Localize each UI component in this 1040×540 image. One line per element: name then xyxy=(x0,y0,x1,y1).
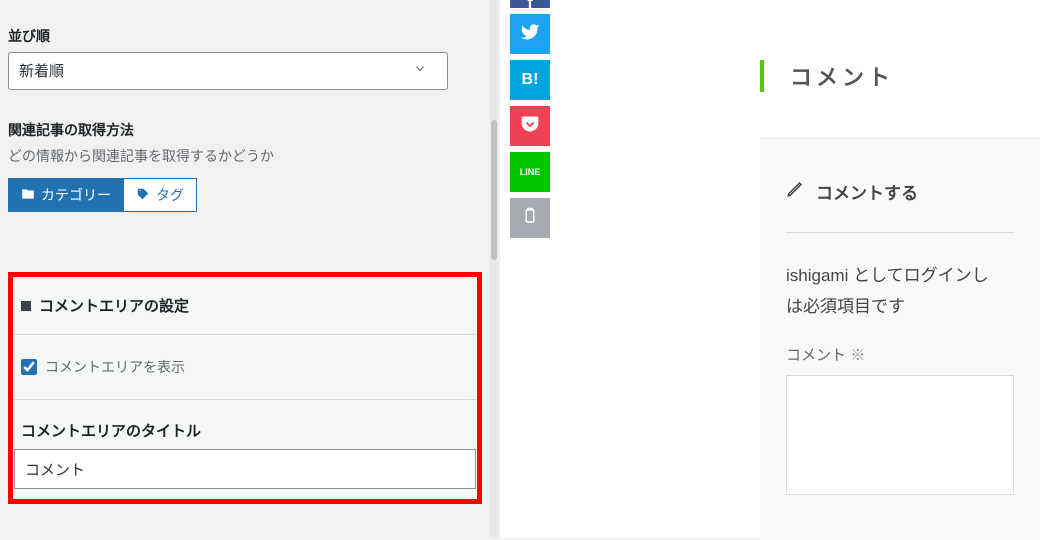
panel-scrollbar[interactable] xyxy=(490,0,498,538)
comment-area-title-label: コメントエリアのタイトル xyxy=(13,400,477,449)
facebook-icon: f xyxy=(527,0,532,8)
pencil-icon xyxy=(786,180,804,203)
comment-field-label: コメント ※ xyxy=(786,344,1014,365)
twitter-share-button[interactable] xyxy=(510,14,550,54)
sort-order-select[interactable]: 新着順 xyxy=(8,52,448,90)
hatena-share-button[interactable]: B! xyxy=(510,60,550,100)
required-mark: ※ xyxy=(850,347,865,364)
show-comment-area-checkbox[interactable] xyxy=(21,359,37,375)
comment-textarea[interactable] xyxy=(786,375,1014,495)
preview-content: コメント コメントする ishigami としてログインし は必須項目です コメ… xyxy=(760,60,1040,540)
comment-area-title-input[interactable] xyxy=(14,449,476,489)
tag-icon xyxy=(136,187,150,204)
facebook-share-button[interactable]: f xyxy=(510,0,550,8)
tag-toggle-button[interactable]: タグ xyxy=(123,178,197,212)
copy-share-button[interactable] xyxy=(510,198,550,238)
comment-area-settings-highlight: コメントエリアの設定 コメントエリアを表示 コメントエリアのタイトル xyxy=(8,272,482,504)
category-toggle-label: カテゴリー xyxy=(41,185,111,205)
related-method-toggle: カテゴリー タグ xyxy=(8,178,482,212)
line-icon: LINE xyxy=(520,167,541,177)
show-comment-area-label: コメントエリアを表示 xyxy=(45,357,185,377)
share-column: f B! LINE xyxy=(510,0,550,238)
related-method-label: 関連記事の取得方法 xyxy=(8,90,482,146)
pocket-icon xyxy=(520,114,540,139)
twitter-icon xyxy=(520,22,540,47)
category-toggle-button[interactable]: カテゴリー xyxy=(8,178,124,212)
hatena-icon: B! xyxy=(522,71,539,89)
comment-reply-label: コメントする xyxy=(816,179,918,204)
section-marker-icon xyxy=(21,301,31,311)
tag-toggle-label: タグ xyxy=(156,185,184,205)
comment-respond-box: コメントする ishigami としてログインし は必須項目です コメント ※ xyxy=(760,138,1040,540)
related-method-desc: どの情報から関連記事を取得するかどうか xyxy=(8,146,482,166)
comment-area-section-title: コメントエリアの設定 xyxy=(39,295,189,316)
clipboard-icon xyxy=(521,207,539,230)
logged-in-text: ishigami としてログインし は必須項目です xyxy=(786,261,1014,322)
line-share-button[interactable]: LINE xyxy=(510,152,550,192)
preview-pane: f B! LINE コメント xyxy=(500,0,1040,538)
comment-reply-title: コメントする xyxy=(786,179,1014,233)
folder-icon xyxy=(21,187,35,204)
preview-heading: コメント xyxy=(760,60,1040,92)
pocket-share-button[interactable] xyxy=(510,106,550,146)
logged-in-user: ishigami xyxy=(786,266,848,285)
settings-panel: 並び順 新着順 関連記事の取得方法 どの情報から関連記事を取得するかどうか カテ… xyxy=(0,0,490,538)
panel-scrollbar-thumb[interactable] xyxy=(491,120,497,260)
sort-order-label: 並び順 xyxy=(8,0,482,52)
comment-area-section-header: コメントエリアの設定 xyxy=(13,277,477,335)
